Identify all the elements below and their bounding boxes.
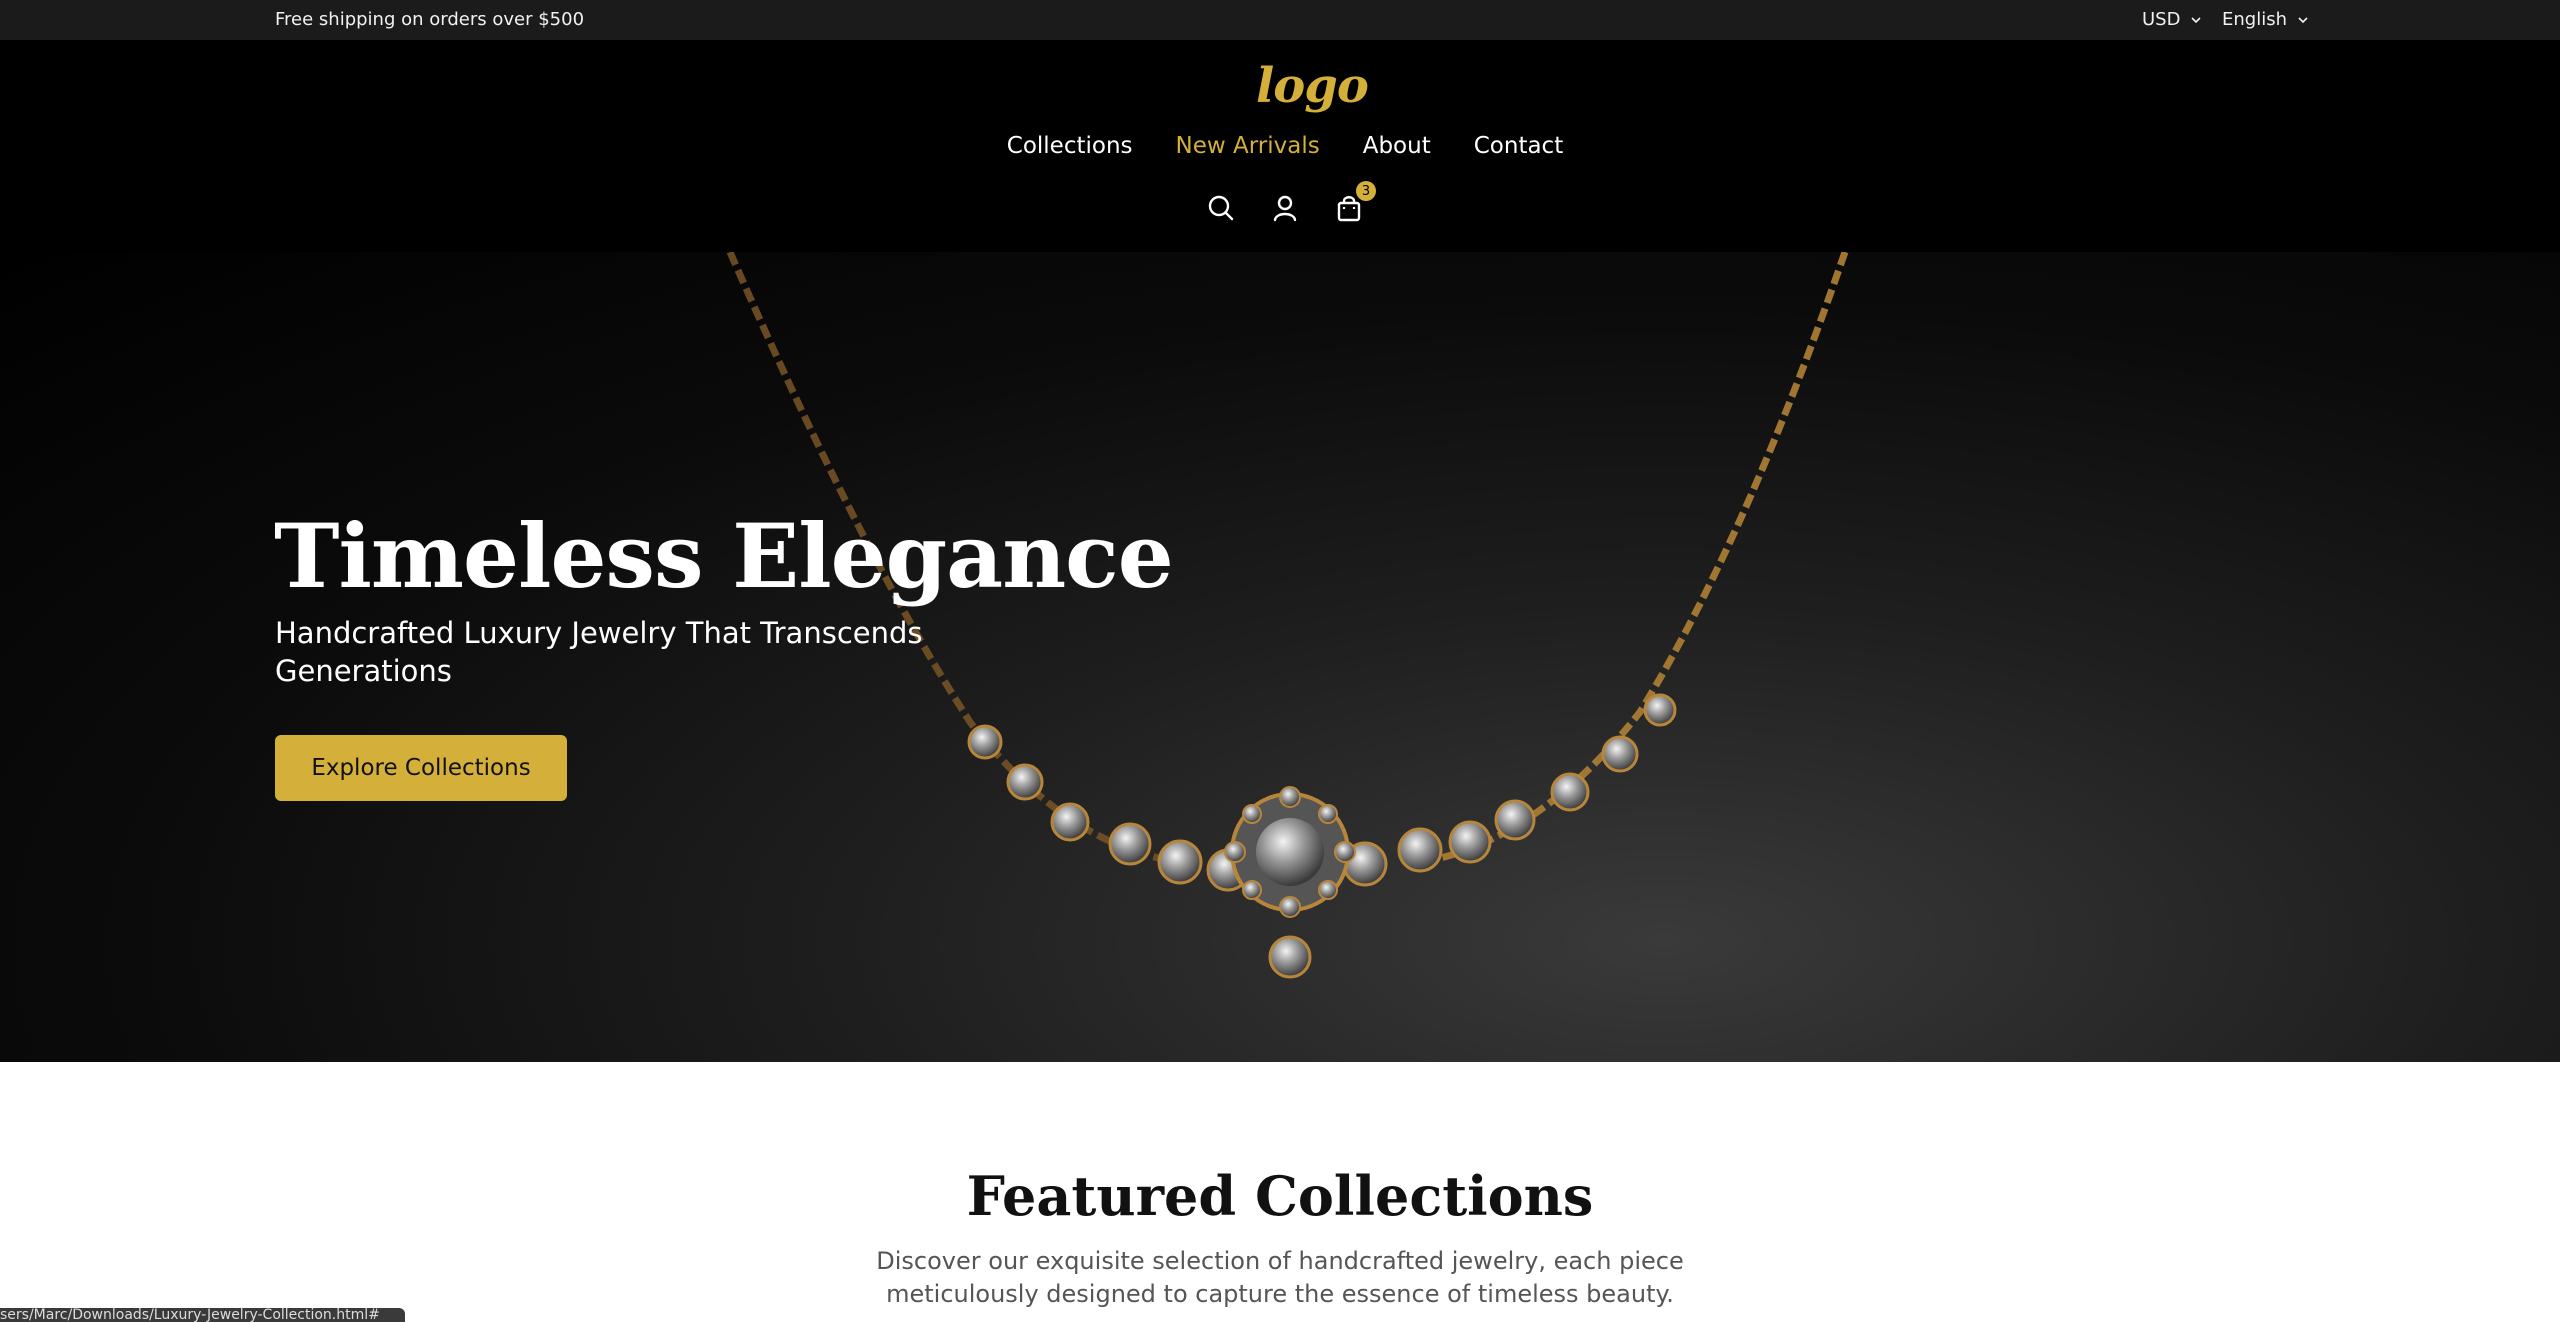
featured-collections-section: Featured Collections Discover our exquis… (0, 1062, 2560, 1322)
nav-new-arrivals[interactable]: New Arrivals (1176, 133, 1320, 159)
cart-count-badge: 3 (1356, 181, 1376, 201)
currency-selector[interactable]: USD (2142, 9, 2202, 30)
search-icon (1208, 195, 1234, 221)
account-button[interactable] (1270, 193, 1300, 223)
chevron-down-icon (2191, 16, 2202, 23)
language-label: English (2222, 9, 2287, 30)
announcement-bar: Free shipping on orders over $500 USD En… (0, 0, 2560, 40)
section-description: Discover our exquisite selection of hand… (876, 1247, 1684, 1308)
search-button[interactable] (1206, 193, 1236, 223)
nav-contact[interactable]: Contact (1474, 133, 1563, 159)
chevron-down-icon (2298, 16, 2308, 23)
section-title: Featured Collections (966, 1164, 1594, 1228)
currency-label: USD (2142, 9, 2181, 30)
nav-about[interactable]: About (1363, 133, 1431, 159)
hero-title: Timeless Elegance (274, 504, 1174, 608)
language-selector[interactable]: English (2222, 9, 2309, 30)
shipping-notice: Free shipping on orders over $500 (275, 9, 585, 30)
hero-subtitle: Handcrafted Luxury Jewelry That Transcen… (275, 616, 923, 688)
hero-banner: Timeless Elegance Handcrafted Luxury Jew… (0, 252, 2560, 1062)
explore-collections-button[interactable]: Explore Collections (275, 735, 567, 801)
nav-collections[interactable]: Collections (1007, 133, 1133, 159)
user-icon (1273, 195, 1297, 222)
cart-button[interactable]: 3 (1334, 181, 1376, 223)
logo[interactable]: logo (1256, 58, 1369, 114)
main-nav: Collections New Arrivals About Contact (0, 133, 2560, 159)
link-status-bar: sers/Marc/Downloads/Luxury-Jewelry-Colle… (0, 1308, 405, 1322)
header-icons: 3 (0, 181, 2560, 223)
site-header: logo Collections New Arrivals About Cont… (0, 40, 2560, 252)
